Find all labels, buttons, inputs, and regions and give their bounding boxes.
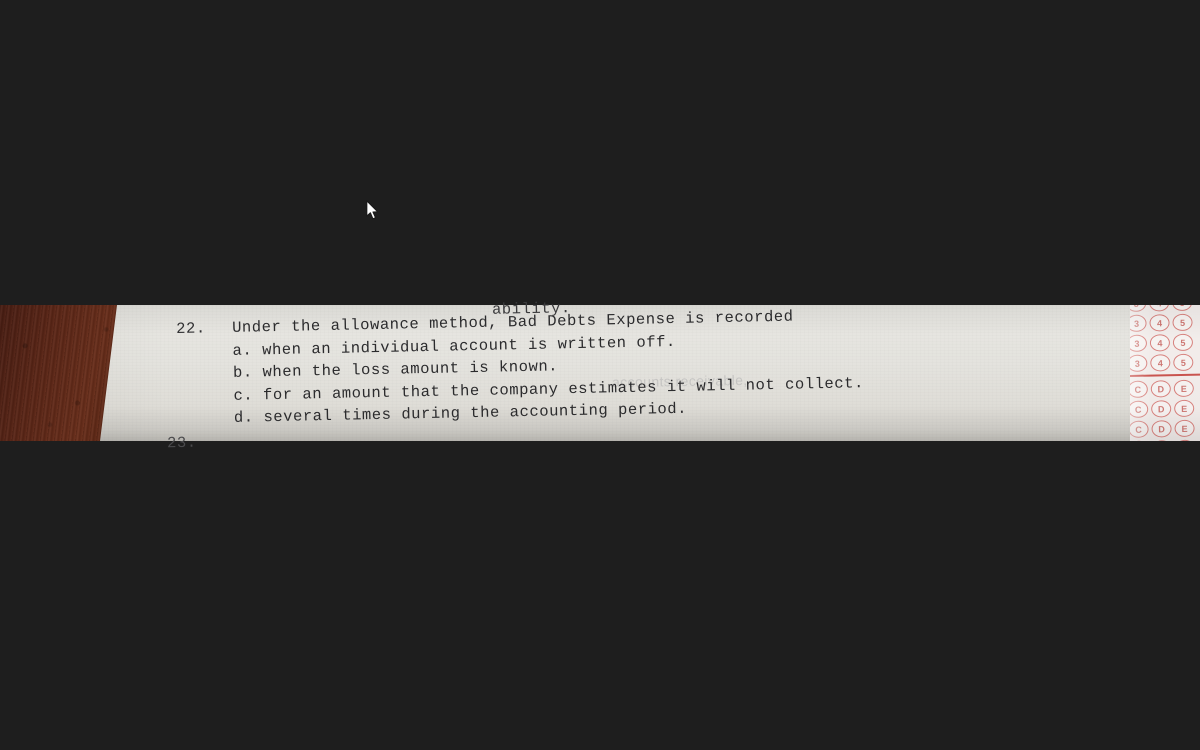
answer-bubble-D[interactable]: D xyxy=(1150,380,1171,398)
answer-bubble-5[interactable]: 5 xyxy=(1172,333,1194,352)
document-photo-strip xyxy=(0,305,1200,441)
answer-bubble-3[interactable]: 3 xyxy=(1130,314,1147,332)
answer-bubble-5[interactable]: 5 xyxy=(1173,353,1194,372)
bubble-row: 345 xyxy=(1130,313,1200,332)
answer-bubble-D[interactable]: D xyxy=(1151,420,1172,438)
answer-bubble-3[interactable]: 3 xyxy=(1130,334,1148,352)
bubble-row: 345 xyxy=(1130,305,1200,312)
answer-bubble-C[interactable]: C xyxy=(1130,420,1149,438)
answer-bubble-D[interactable]: D xyxy=(1151,440,1173,441)
scantron-bubble-sheet: 345345345345CDECDECDECDE xyxy=(1130,305,1200,441)
bubble-row: CDE xyxy=(1130,379,1200,398)
paper-sheet xyxy=(100,305,1200,441)
answer-bubble-D[interactable]: D xyxy=(1151,400,1172,418)
answer-bubble-4[interactable]: 4 xyxy=(1148,305,1170,312)
answer-bubble-E[interactable]: E xyxy=(1174,419,1195,438)
bubble-row: CDE xyxy=(1130,439,1200,441)
bubble-grid: 345345345345CDECDECDECDE xyxy=(1130,305,1200,441)
bubble-section-separator xyxy=(1130,373,1200,377)
bubble-row: CDE xyxy=(1130,399,1200,418)
answer-bubble-5[interactable]: 5 xyxy=(1172,313,1193,332)
answer-bubble-3[interactable]: 3 xyxy=(1130,354,1148,372)
answer-bubble-4[interactable]: 4 xyxy=(1150,354,1171,372)
answer-bubble-C[interactable]: C xyxy=(1130,400,1149,418)
answer-bubble-E[interactable]: E xyxy=(1174,439,1196,441)
bubble-row: 345 xyxy=(1130,333,1200,352)
answer-bubble-4[interactable]: 4 xyxy=(1149,334,1171,352)
answer-bubble-C[interactable]: C xyxy=(1130,380,1148,398)
answer-bubble-5[interactable]: 5 xyxy=(1171,305,1193,312)
answer-bubble-E[interactable]: E xyxy=(1173,379,1194,398)
answer-bubble-4[interactable]: 4 xyxy=(1149,314,1170,332)
screenshot-viewport: ability. accounts receivable, 22. Under … xyxy=(0,0,1200,750)
mouse-cursor-arrow-icon xyxy=(366,200,380,221)
bubble-row: 345 xyxy=(1130,353,1200,372)
answer-bubble-3[interactable]: 3 xyxy=(1130,305,1147,312)
bubble-row: C DE xyxy=(1130,419,1200,438)
answer-bubble-E[interactable]: E xyxy=(1174,399,1195,418)
